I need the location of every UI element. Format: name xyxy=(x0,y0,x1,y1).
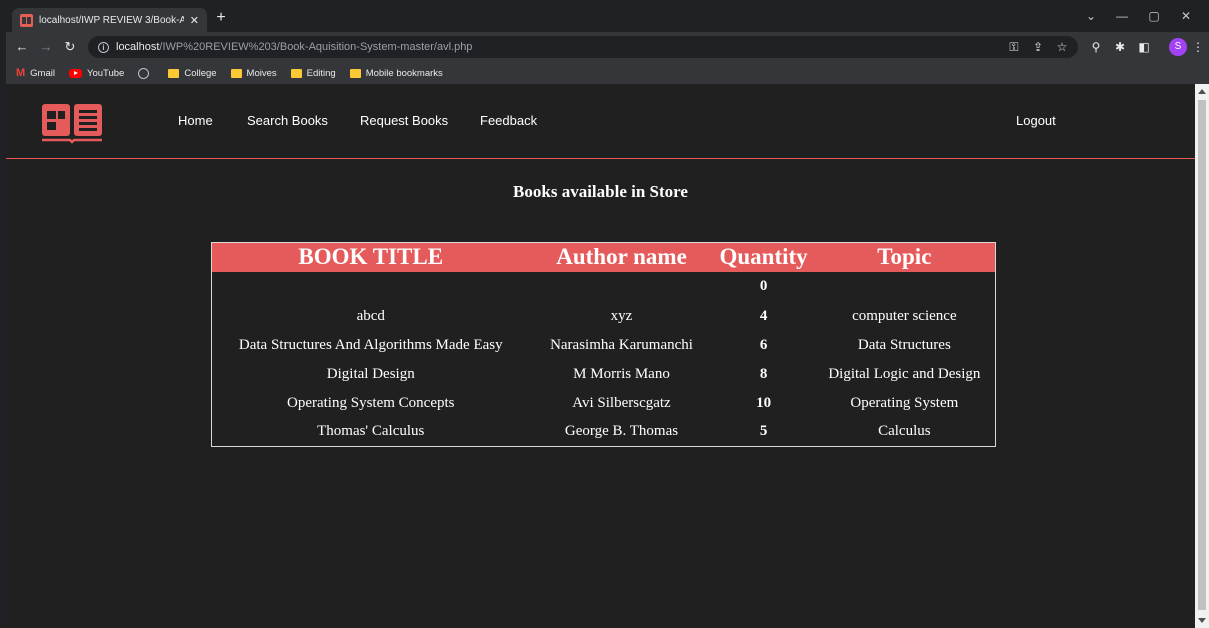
tab-search-icon[interactable]: ⌄ xyxy=(1081,9,1101,23)
site-navbar: Home Search Books Request Books Feedback… xyxy=(6,84,1195,159)
nav-feedback[interactable]: Feedback xyxy=(480,113,537,128)
table-row: Digital Design M Morris Mano 8 Digital L… xyxy=(212,360,996,389)
nav-home[interactable]: Home xyxy=(178,113,213,128)
youtube-icon xyxy=(68,68,82,78)
minimize-icon[interactable]: — xyxy=(1112,9,1132,23)
folder-icon xyxy=(290,68,302,78)
close-tab-icon[interactable]: ✕ xyxy=(190,14,199,27)
bookmark-star-icon[interactable]: ☆ xyxy=(1054,40,1070,54)
site-info-icon[interactable]: i xyxy=(98,41,109,53)
table-row: Thomas' Calculus George B. Thomas 5 Calc… xyxy=(212,418,996,447)
cell-quantity: 5 xyxy=(759,423,768,440)
new-tab-icon[interactable]: + xyxy=(211,9,231,27)
tab-title: localhost/IWP REVIEW 3/Book-A xyxy=(39,14,184,26)
books-table: BOOK TITLE Author name Quantity Topic 0 … xyxy=(211,242,996,447)
profile-avatar[interactable]: S xyxy=(1169,38,1187,56)
cell-quantity: 8 xyxy=(759,365,768,382)
back-icon[interactable]: ← xyxy=(14,39,30,54)
bookmark-editing[interactable]: Editing xyxy=(290,68,336,79)
bookmark-college[interactable]: College xyxy=(168,68,217,79)
share-icon[interactable]: ⇪ xyxy=(1030,40,1046,54)
cell-topic: Digital Logic and Design xyxy=(828,365,981,382)
column-header-title: BOOK TITLE xyxy=(211,242,530,272)
address-bar[interactable]: i localhost/IWP%20REVIEW%203/Book-Aquisi… xyxy=(88,36,1078,58)
url-text[interactable]: localhost/IWP%20REVIEW%203/Book-Aquisiti… xyxy=(116,41,472,53)
scrollbar-thumb[interactable] xyxy=(1198,100,1206,610)
restore-icon[interactable]: ▢ xyxy=(1144,9,1164,23)
cell-title: Thomas' Calculus xyxy=(317,423,425,440)
cell-topic: computer science xyxy=(852,307,957,324)
scroll-down-icon[interactable] xyxy=(1198,618,1206,623)
bookmarks-bar: M Gmail YouTube College Moives Editing Mo… xyxy=(6,62,1209,84)
column-header-quantity: Quantity xyxy=(713,242,814,272)
bookmark-mobile[interactable]: Mobile bookmarks xyxy=(349,68,443,79)
cell-quantity: 6 xyxy=(759,336,768,353)
table-row: Data Structures And Algorithms Made Easy… xyxy=(212,331,996,360)
bookmark-globe[interactable] xyxy=(138,67,154,79)
cell-quantity: 10 xyxy=(756,394,772,411)
cell-title: Data Structures And Algorithms Made Easy xyxy=(238,336,503,353)
page-scrollbar[interactable] xyxy=(1195,84,1209,628)
cell-title: abcd xyxy=(356,307,385,324)
cell-title: Digital Design xyxy=(326,365,415,382)
table-row: abcd xyz 4 computer science xyxy=(212,302,996,331)
bookmark-moives[interactable]: Moives xyxy=(230,68,277,79)
table-row: Operating System Concepts Avi Silberscga… xyxy=(212,389,996,418)
browser-window: localhost/IWP REVIEW 3/Book-A ✕ + ⌄ — ▢ … xyxy=(6,6,1209,628)
browser-tab[interactable]: localhost/IWP REVIEW 3/Book-A ✕ xyxy=(12,8,207,32)
folder-icon xyxy=(349,68,361,78)
page-viewport: Home Search Books Request Books Feedback… xyxy=(6,84,1195,628)
close-window-icon[interactable]: ✕ xyxy=(1176,9,1196,23)
cell-author: M Morris Mano xyxy=(573,365,670,382)
cell-author: Avi Silberscgatz xyxy=(572,394,671,411)
cell-quantity: 4 xyxy=(759,307,768,324)
scroll-up-icon[interactable] xyxy=(1198,89,1206,94)
folder-icon xyxy=(230,68,242,78)
folder-icon xyxy=(168,68,180,78)
book-favicon-icon xyxy=(20,13,33,27)
reload-icon[interactable]: ↻ xyxy=(62,39,78,55)
nav-request-books[interactable]: Request Books xyxy=(360,113,448,128)
cell-quantity: 0 xyxy=(759,278,768,294)
column-header-author: Author name xyxy=(529,242,714,272)
extension-icon[interactable]: ⚲ xyxy=(1088,40,1104,54)
page-title: Books available in Store xyxy=(513,182,688,201)
nav-logout[interactable]: Logout xyxy=(1016,113,1056,128)
cell-topic: Data Structures xyxy=(857,336,951,353)
cell-title: Operating System Concepts xyxy=(287,394,455,411)
cell-author: Narasimha Karumanchi xyxy=(550,336,693,353)
menu-icon[interactable]: ⋮ xyxy=(1190,40,1206,54)
cell-topic: Operating System xyxy=(850,394,959,411)
gmail-icon: M xyxy=(16,67,26,79)
table-row: 0 xyxy=(212,272,996,302)
browser-toolbar: ← → ↻ i localhost/IWP%20REVIEW%203/Book-… xyxy=(6,32,1209,62)
extensions-puzzle-icon[interactable]: ✱ xyxy=(1112,40,1128,54)
book-logo-icon[interactable] xyxy=(40,102,104,146)
cell-author xyxy=(530,272,714,302)
cell-author: George B. Thomas xyxy=(564,423,679,440)
cell-topic xyxy=(814,272,996,302)
bookmark-gmail[interactable]: M Gmail xyxy=(16,67,55,79)
bookmark-youtube[interactable]: YouTube xyxy=(68,68,124,79)
column-header-topic: Topic xyxy=(813,242,996,272)
table-header-row: BOOK TITLE Author name Quantity Topic xyxy=(211,242,996,272)
cell-topic: Calculus xyxy=(878,423,931,440)
forward-icon[interactable]: → xyxy=(38,39,54,54)
nav-search-books[interactable]: Search Books xyxy=(247,113,328,128)
password-key-icon[interactable]: ⚿ xyxy=(1006,40,1022,55)
cell-title xyxy=(212,272,530,302)
globe-icon xyxy=(138,67,150,79)
tab-strip: localhost/IWP REVIEW 3/Book-A ✕ + ⌄ — ▢ … xyxy=(6,6,1209,32)
cell-author: xyz xyxy=(610,307,633,324)
side-panel-icon[interactable]: ◧ xyxy=(1136,40,1152,54)
